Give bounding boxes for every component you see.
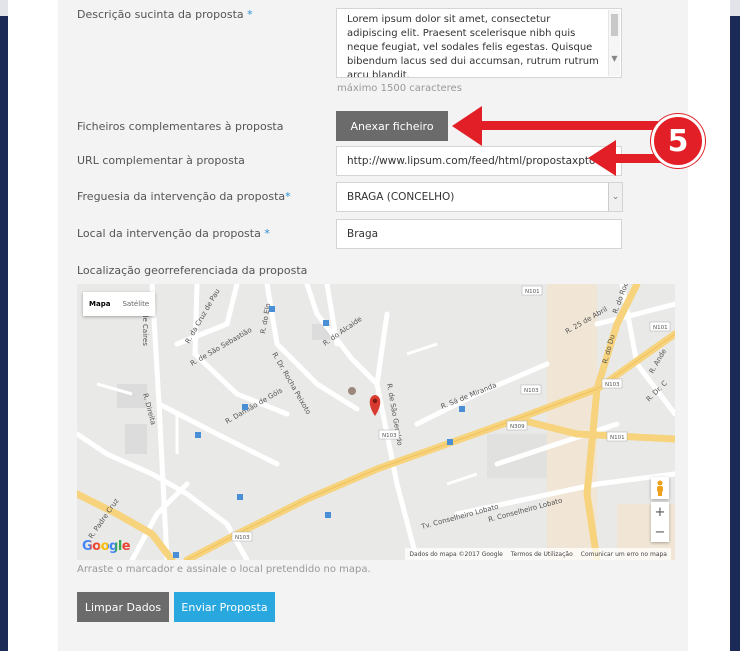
road-label: N103 [382, 433, 397, 439]
terms-link[interactable]: Termos de Utilização [511, 551, 573, 558]
parish-label: Freguesia da intervenção da proposta* [77, 190, 291, 203]
location-label-text: Local da intervenção da proposta [77, 227, 261, 240]
map-attribution: Dados do mapa ©2017 Google Termos de Uti… [405, 548, 671, 560]
chevron-down-icon[interactable]: ⌄ [608, 182, 623, 212]
parish-select[interactable]: BRAGA (CONCELHO) [336, 182, 609, 212]
google-logo-text: Google [82, 539, 131, 554]
map-view[interactable]: R. de Caires R. da Cruz de Pau R. de São… [77, 284, 675, 560]
description-text: Lorem ipsum dolor sit amet, consectetur … [347, 14, 599, 78]
tab-satellite[interactable]: Satélite [116, 300, 155, 308]
pegman-icon[interactable] [651, 477, 669, 499]
google-logo: Google [82, 539, 131, 554]
road-label: N101 [653, 325, 668, 331]
road-label: N103 [235, 535, 250, 541]
scroll-down-icon[interactable]: ▼ [609, 52, 620, 66]
description-label-text: Descrição sucinta da proposta [77, 8, 244, 21]
map-data-credit: Dados do mapa ©2017 Google [409, 550, 503, 558]
tab-map[interactable]: Mapa [83, 300, 116, 308]
description-label: Descrição sucinta da proposta * [77, 8, 253, 21]
required-mark: * [264, 227, 270, 240]
location-label: Local da intervenção da proposta * [77, 227, 270, 240]
location-input-value: Braga [347, 228, 379, 240]
description-hint: máximo 1500 caracteres [337, 83, 462, 94]
files-label: Ficheiros complementares à proposta [77, 120, 284, 133]
zoom-in-button[interactable]: + [655, 505, 666, 520]
submit-proposal-button[interactable]: Enviar Proposta [174, 592, 275, 622]
required-mark: * [285, 190, 291, 203]
road-label: N101 [610, 435, 625, 441]
map-canvas[interactable]: R. de Caires R. da Cruz de Pau R. de São… [77, 284, 675, 560]
georef-label: Localização georreferenciada da proposta [77, 264, 308, 277]
annotation-number-badge: 5 [651, 114, 705, 168]
url-input[interactable]: http://www.lipsum.com/feed/html/proposta… [336, 146, 622, 176]
description-textarea[interactable]: Lorem ipsum dolor sit amet, consectetur … [336, 8, 622, 78]
attach-file-button[interactable]: Anexar ficheiro [336, 111, 448, 141]
road-label: N101 [525, 289, 540, 295]
parish-label-text: Freguesia da intervenção da proposta [77, 190, 286, 203]
location-input[interactable]: Braga [336, 219, 622, 249]
report-error-link[interactable]: Comunicar um erro no mapa [581, 551, 667, 558]
url-label: URL complementar à proposta [77, 154, 245, 167]
road-label: N309 [510, 424, 525, 430]
textarea-scrollbar[interactable]: ▼ [608, 10, 620, 76]
map-type-control[interactable]: Mapa Satélite [83, 292, 156, 316]
zoom-out-button[interactable]: − [655, 525, 666, 540]
road-label: N103 [605, 382, 620, 388]
required-mark: * [247, 8, 253, 21]
clear-data-button[interactable]: Limpar Dados [77, 592, 169, 622]
url-input-value: http://www.lipsum.com/feed/html/proposta… [347, 155, 596, 167]
map-instruction: Arraste o marcador e assinale o local pr… [77, 564, 371, 575]
zoom-control[interactable]: + − [651, 502, 669, 542]
scrollbar-thumb[interactable] [611, 14, 618, 36]
road-label: N103 [524, 388, 539, 394]
parish-select-value: BRAGA (CONCELHO) [347, 191, 455, 203]
